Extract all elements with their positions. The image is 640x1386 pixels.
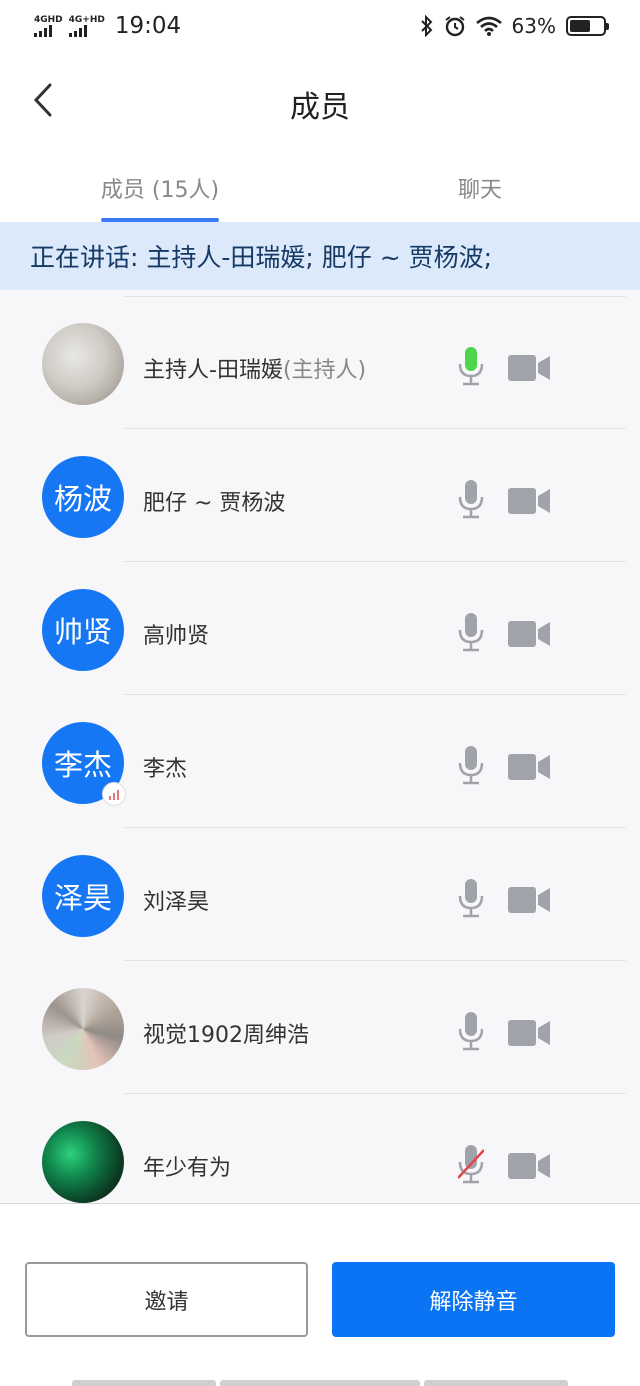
member-name: 李杰 bbox=[143, 751, 187, 783]
wifi-icon bbox=[475, 16, 502, 36]
bluetooth-icon bbox=[420, 15, 432, 37]
member-name-text: 年少有为 bbox=[143, 1156, 232, 1181]
alarm-icon bbox=[444, 16, 465, 37]
member-list[interactable]: 主持人-田瑞媛(主持人) 杨波 肥仔 ~ 贾杨波 帅贤 高帅贤 李杰 李杰 泽昊 刘泽昊 视觉19… bbox=[0, 290, 640, 1203]
member-name-text: 主持人-田瑞媛 bbox=[143, 358, 283, 383]
member-name: 刘泽昊 bbox=[143, 884, 209, 916]
member-name-text: 视觉1902周绅浩 bbox=[143, 1023, 309, 1048]
camera-icon[interactable] bbox=[508, 355, 550, 381]
mic-icon[interactable] bbox=[458, 612, 484, 652]
speaking-banner: 正在讲话: 主持人-田瑞媛; 肥仔 ~ 贾杨波; bbox=[0, 222, 640, 290]
camera-icon[interactable] bbox=[508, 488, 550, 514]
signal-1: 4GHD bbox=[34, 15, 63, 37]
avatar[interactable] bbox=[42, 323, 124, 405]
status-icons: 63% bbox=[420, 14, 609, 38]
camera-icon[interactable] bbox=[508, 887, 550, 913]
signal-bars-icon bbox=[68, 25, 87, 37]
member-name: 年少有为 bbox=[143, 1150, 231, 1182]
avatar[interactable]: 帅贤 bbox=[42, 589, 124, 671]
member-name: 高帅贤 bbox=[143, 618, 209, 650]
avatar[interactable]: 杨波 bbox=[42, 456, 124, 538]
camera-icon[interactable] bbox=[508, 1153, 550, 1179]
tab-members[interactable]: 成员 (15人) bbox=[0, 148, 320, 222]
tab-bar: 成员 (15人) 聊天 bbox=[0, 148, 640, 222]
avatar[interactable] bbox=[42, 1121, 124, 1203]
nav-indicator bbox=[424, 1380, 568, 1386]
battery-fill bbox=[570, 20, 591, 32]
clock: 19:04 bbox=[114, 13, 182, 39]
nav-bar: 成员 bbox=[0, 52, 640, 148]
battery-icon bbox=[566, 16, 609, 36]
camera-icon[interactable] bbox=[508, 754, 550, 780]
camera-icon[interactable] bbox=[508, 621, 550, 647]
unmute-button[interactable]: 解除静音 bbox=[332, 1262, 615, 1337]
network-signal-icon bbox=[102, 782, 126, 806]
member-row[interactable]: 主持人-田瑞媛(主持人) bbox=[0, 296, 640, 429]
page-title: 成员 bbox=[290, 90, 350, 125]
signal-2: 4G+HD bbox=[68, 15, 105, 37]
network-label-2: 4G+HD bbox=[68, 15, 105, 25]
member-row[interactable]: 泽昊 刘泽昊 bbox=[0, 828, 640, 961]
mic-icon[interactable] bbox=[458, 1011, 484, 1051]
network-label-1: 4GHD bbox=[34, 15, 63, 25]
avatar[interactable]: 李杰 bbox=[42, 722, 126, 806]
mic-muted-icon[interactable] bbox=[457, 1144, 485, 1184]
bottom-action-bar: 邀请 解除静音 bbox=[0, 1203, 640, 1386]
member-name: 主持人-田瑞媛(主持人) bbox=[143, 352, 366, 384]
tab-chat[interactable]: 聊天 bbox=[320, 148, 640, 222]
member-row[interactable]: 年少有为 bbox=[0, 1094, 640, 1203]
status-bar: 4GHD 4G+HD 19:04 63% bbox=[0, 0, 640, 52]
battery-percent: 63% bbox=[511, 14, 556, 38]
member-name-text: 李杰 bbox=[143, 757, 188, 782]
member-row[interactable]: 杨波 肥仔 ~ 贾杨波 bbox=[0, 429, 640, 562]
nav-indicator bbox=[72, 1380, 216, 1386]
mic-icon[interactable] bbox=[458, 346, 484, 386]
signal-bars-icon bbox=[34, 25, 52, 37]
camera-icon[interactable] bbox=[508, 1020, 550, 1046]
member-name: 视觉1902周绅浩 bbox=[143, 1017, 309, 1049]
mic-icon[interactable] bbox=[458, 878, 484, 918]
member-name: 肥仔 ~ 贾杨波 bbox=[143, 485, 285, 517]
member-name-text: 高帅贤 bbox=[143, 624, 210, 649]
member-name-text: 刘泽昊 bbox=[143, 890, 210, 915]
avatar[interactable]: 泽昊 bbox=[42, 855, 124, 937]
member-row[interactable]: 李杰 李杰 bbox=[0, 695, 640, 828]
nav-indicator bbox=[220, 1380, 420, 1386]
invite-button[interactable]: 邀请 bbox=[25, 1262, 308, 1337]
member-name-text: 肥仔 ~ 贾杨波 bbox=[143, 491, 286, 516]
mic-icon[interactable] bbox=[458, 479, 484, 519]
avatar[interactable] bbox=[42, 988, 124, 1070]
member-role: (主持人) bbox=[282, 358, 367, 383]
member-row[interactable]: 视觉1902周绅浩 bbox=[0, 961, 640, 1094]
member-row[interactable]: 帅贤 高帅贤 bbox=[0, 562, 640, 695]
mic-icon[interactable] bbox=[458, 745, 484, 785]
